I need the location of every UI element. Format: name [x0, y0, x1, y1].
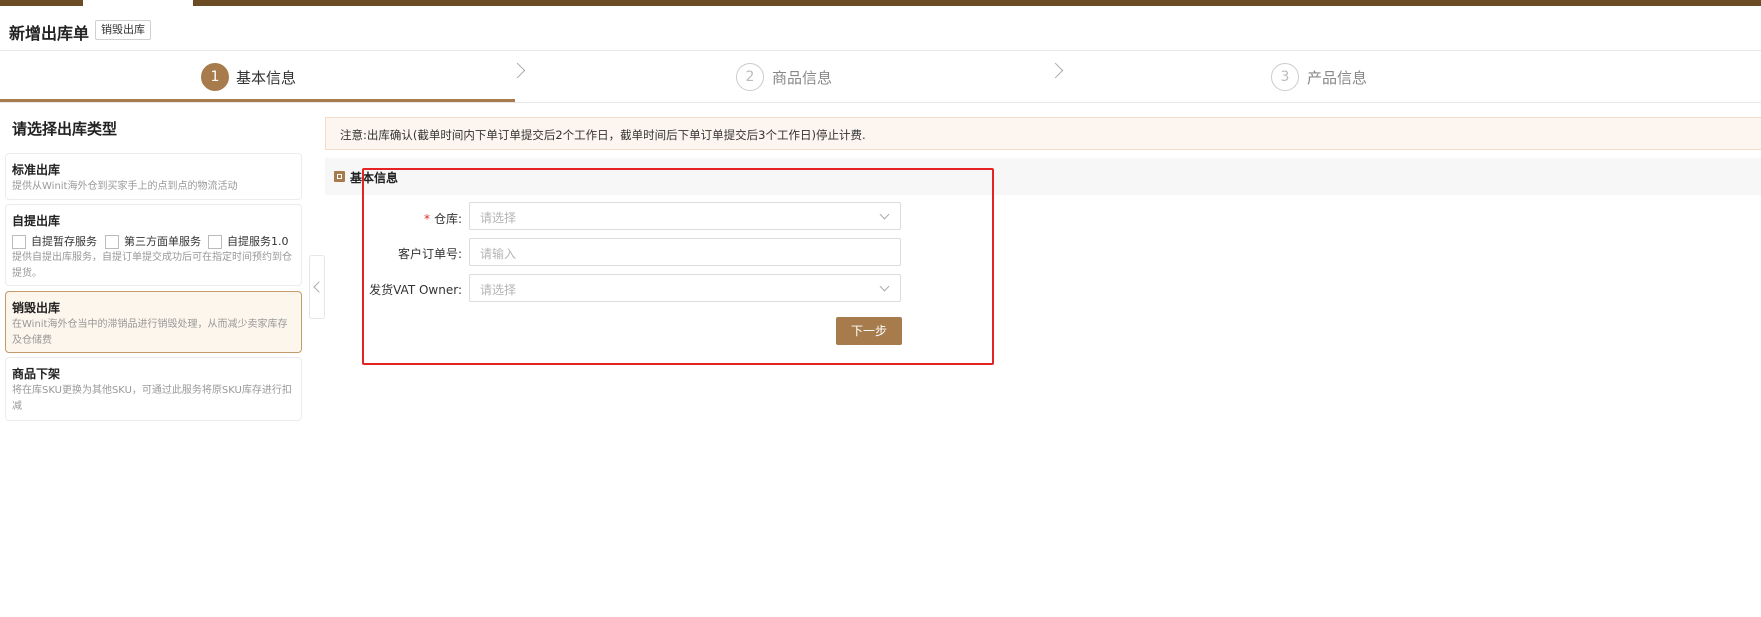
active-step-underline [0, 99, 515, 102]
outbound-type-tag: 销毁出库 [95, 20, 151, 40]
page-title: 新增出库单 [9, 24, 90, 43]
highlight-box [362, 168, 994, 365]
option-standard-outbound[interactable]: 标准出库 提供从Winit海外仓到买家手上的点到点的物流活动 [5, 153, 302, 200]
option-desc: 提供自提出库服务，自提订单提交成功后可在指定时间预约到仓提货。 [12, 252, 292, 279]
outbound-type-heading: 请选择出库类型 [12, 120, 118, 138]
option-delisting[interactable]: 商品下架 将在库SKU更换为其他SKU，可通过此服务将原SKU库存进行扣减 [5, 357, 302, 421]
option-title: 商品下架 [12, 367, 61, 381]
step-number-2: 2 [736, 63, 764, 91]
option-destroy-outbound[interactable]: 销毁出库 在Winit海外仓当中的滞销品进行销毁处理，从而减少卖家库存及仓储费 [5, 291, 302, 353]
collapse-panel-button[interactable] [309, 255, 325, 319]
checkbox-self-pickup-storage[interactable]: 自提暂存服务 [12, 233, 97, 249]
step-number-1: 1 [201, 63, 229, 91]
step-indicator: 1 基本信息 2 商品信息 3 产品信息 [0, 51, 1761, 103]
option-title: 销毁出库 [12, 301, 61, 315]
option-title: 自提出库 [12, 214, 61, 228]
section-icon [334, 171, 345, 182]
chevron-right-icon [509, 62, 526, 79]
notice-text: 注意:出库确认(截单时间内下单订单提交后2个工作日，截单时间后下单订单提交后3个… [340, 128, 866, 142]
checkbox-icon [105, 235, 119, 249]
step-label-3: 产品信息 [1307, 69, 1368, 87]
step-number-3: 3 [1271, 63, 1299, 91]
option-title: 标准出库 [12, 163, 61, 177]
checkbox-icon [208, 235, 222, 249]
checkbox-self-pickup-v1[interactable]: 自提服务1.0 [208, 233, 289, 249]
step-label-2: 商品信息 [772, 69, 833, 87]
chevron-right-icon [1047, 62, 1064, 79]
chevron-left-icon [313, 281, 325, 293]
option-desc: 提供从Winit海外仓到买家手上的点到点的物流活动 [12, 181, 238, 192]
option-desc: 将在库SKU更换为其他SKU，可通过此服务将原SKU库存进行扣减 [12, 385, 292, 412]
option-desc: 在Winit海外仓当中的滞销品进行销毁处理，从而减少卖家库存及仓储费 [12, 319, 288, 346]
billing-notice: 注意:出库确认(截单时间内下单订单提交后2个工作日，截单时间后下单订单提交后3个… [325, 117, 1761, 150]
checkbox-icon [12, 235, 26, 249]
title-row: 新增出库单 销毁出库 [0, 6, 1761, 51]
checkbox-third-party-label[interactable]: 第三方面单服务 [105, 233, 201, 249]
step-label-1: 基本信息 [236, 69, 297, 87]
option-self-pickup[interactable]: 自提出库 自提暂存服务 第三方面单服务 自提服务1.0 提供自提出库服务，自提订… [5, 204, 302, 286]
